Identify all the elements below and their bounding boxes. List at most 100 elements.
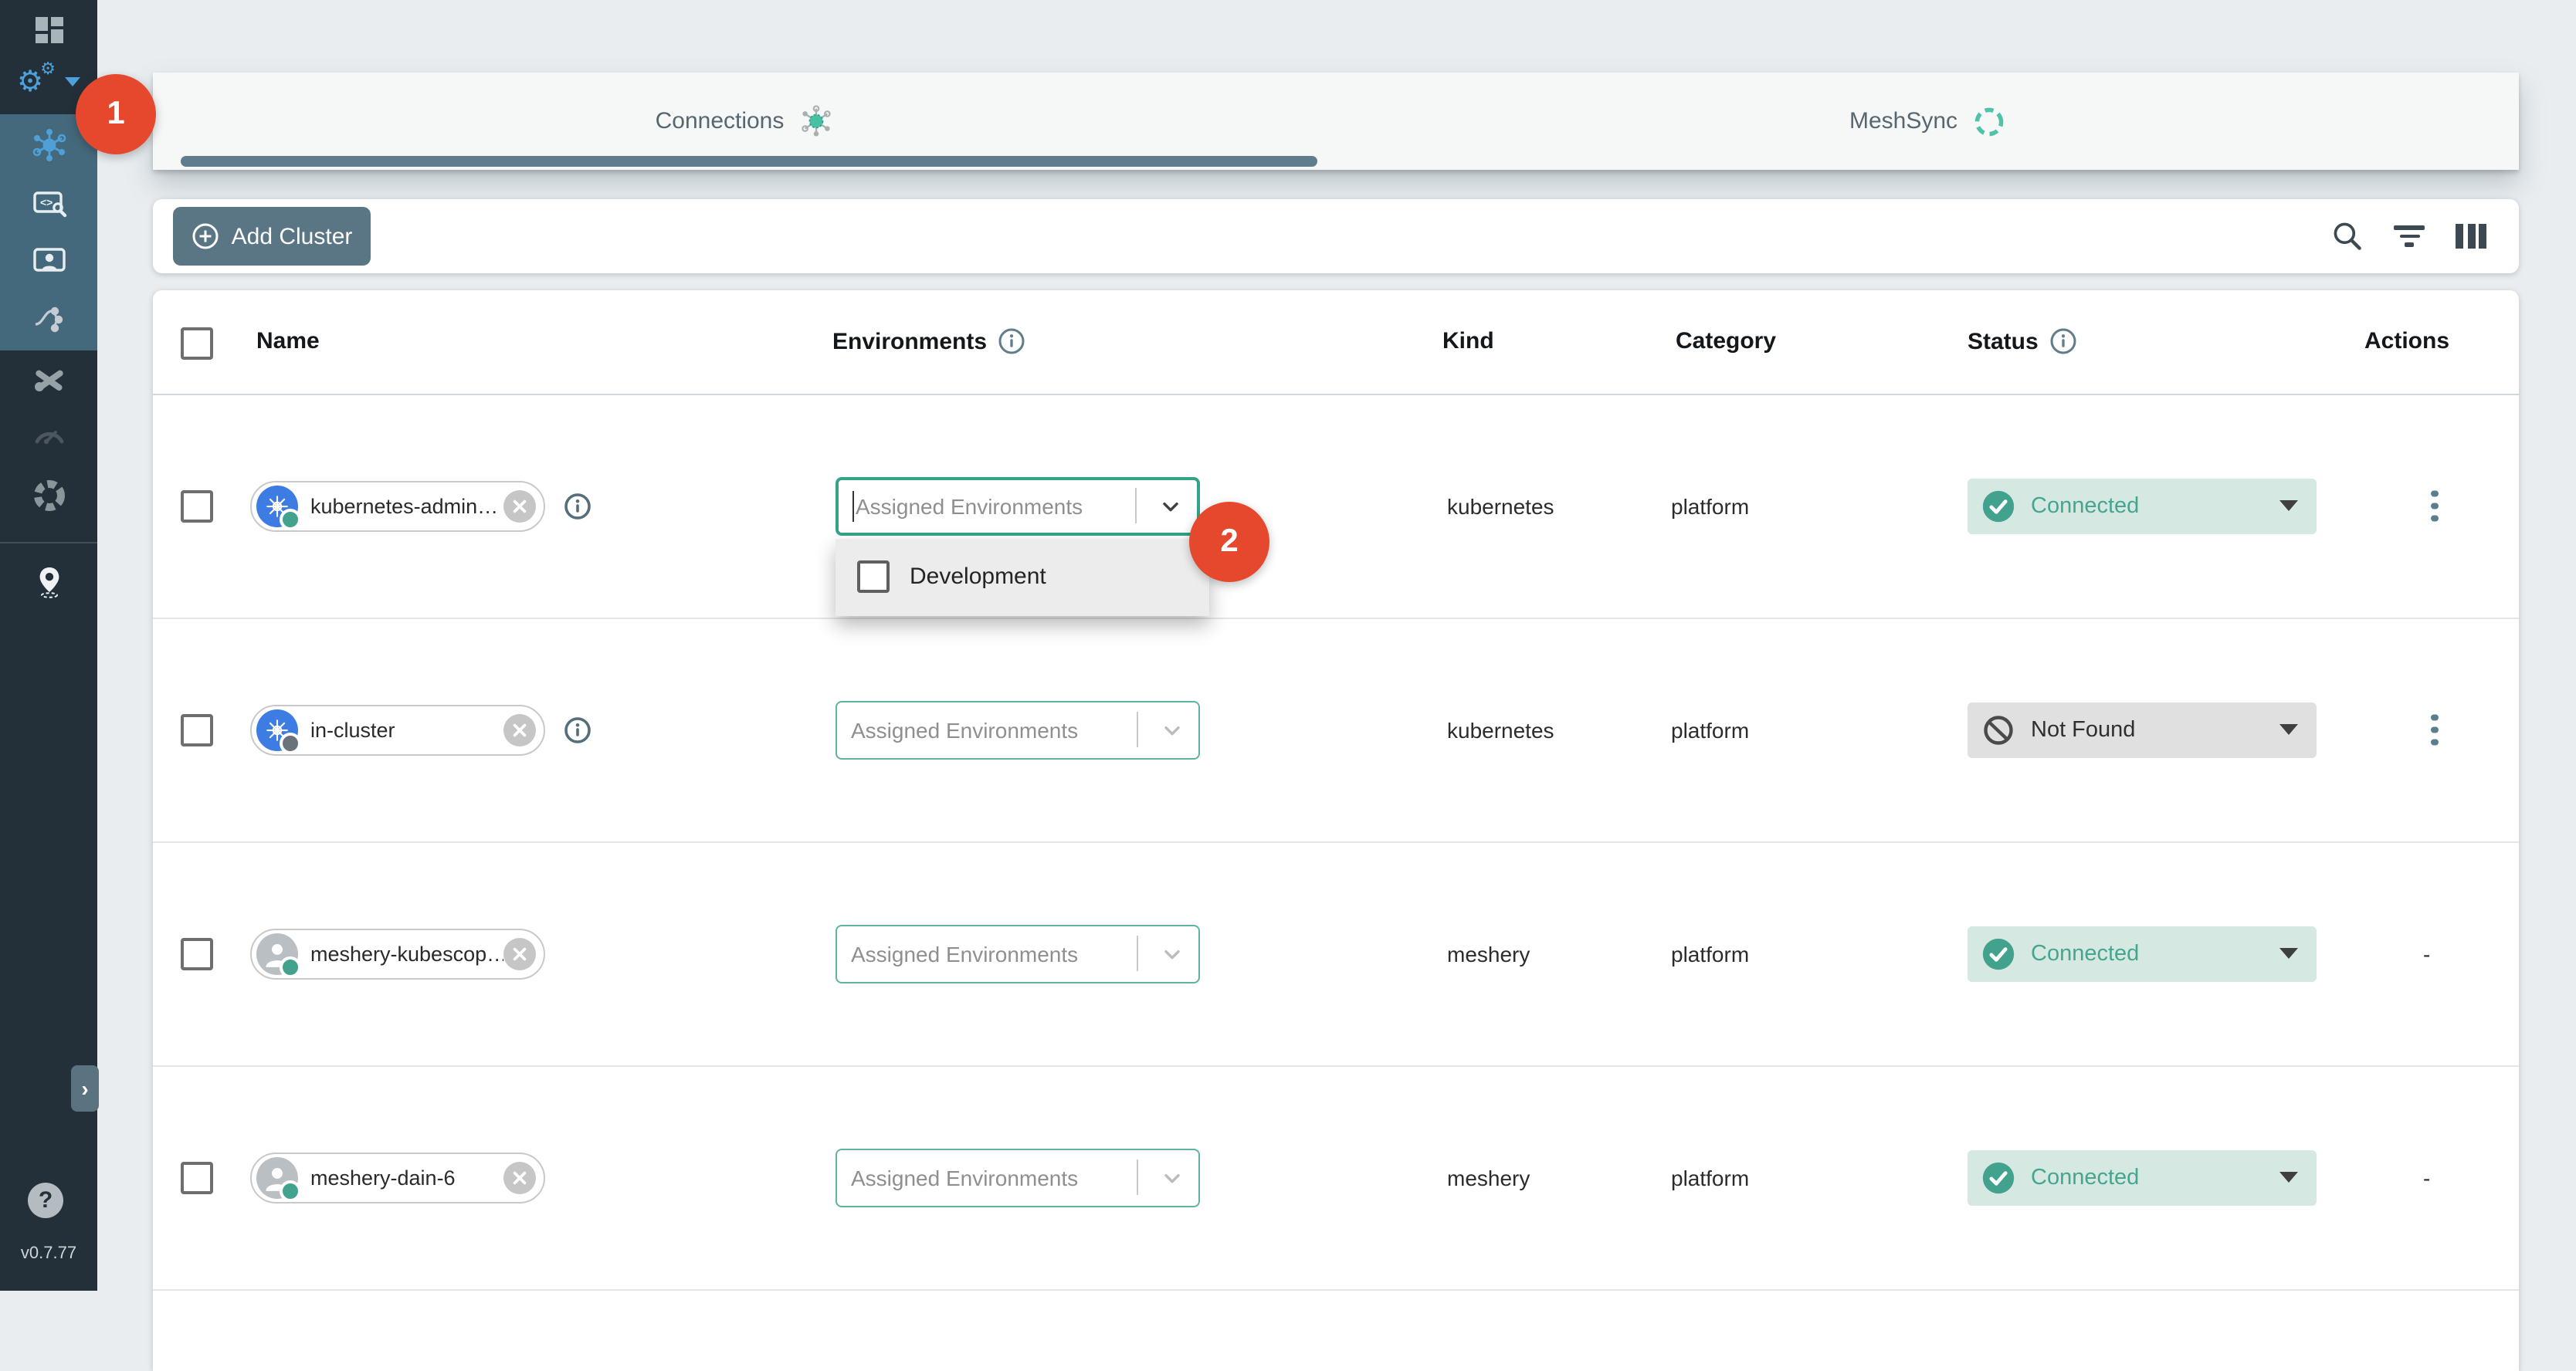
sidebar-item-topology[interactable] — [0, 293, 97, 346]
col-status[interactable]: Status — [1968, 327, 2077, 355]
status-caret-icon — [2279, 500, 2298, 511]
row-checkbox[interactable] — [181, 489, 213, 522]
select-open-button[interactable] — [1152, 938, 1192, 969]
row-checkbox[interactable] — [181, 937, 213, 970]
table-row: kubernetes-admin… Assigned Environments … — [153, 394, 2519, 619]
actions-menu-icon[interactable] — [2422, 484, 2447, 528]
text-cursor — [852, 490, 854, 521]
table-header: Name Environments Kind Category Status A… — [153, 290, 2519, 395]
sidebar-item-configuration[interactable] — [0, 354, 97, 406]
connection-chip[interactable]: meshery-kubescop… — [250, 928, 545, 979]
row-checkbox[interactable] — [181, 1161, 213, 1193]
check-circle-icon — [1981, 936, 2015, 970]
col-category: Category — [1676, 328, 1776, 354]
status-chip[interactable]: Connected — [1968, 478, 2317, 533]
remove-icon — [511, 497, 528, 514]
connection-chip[interactable]: kubernetes-admin… — [250, 480, 545, 531]
remove-connection-button[interactable] — [503, 713, 536, 746]
connection-name: in-cluster — [298, 718, 503, 741]
svg-text:<>: <> — [39, 196, 52, 208]
toolbar: Add Cluster — [153, 199, 2519, 273]
map-pin-icon — [30, 564, 67, 601]
category-cell: platform — [1671, 1165, 1749, 1190]
sidebar-expand-button[interactable]: › — [71, 1065, 99, 1112]
meshery-connections-page: ⚙⚙ <> — [0, 0, 2576, 1291]
check-circle-icon — [1981, 489, 2015, 523]
person-avatar — [256, 933, 298, 974]
table-row: in-cluster Assigned Environments kuberne… — [153, 618, 2519, 843]
option-checkbox[interactable] — [857, 560, 890, 593]
select-open-button[interactable] — [1151, 490, 1191, 521]
category-cell: platform — [1671, 941, 1749, 966]
row-checkbox[interactable] — [181, 713, 213, 746]
status-chip[interactable]: Connected — [1968, 926, 2317, 981]
filter-icon[interactable] — [2392, 219, 2426, 259]
status-chip[interactable]: Connected — [1968, 1149, 2317, 1205]
view-columns-icon[interactable] — [2454, 219, 2488, 258]
col-environments[interactable]: Environments — [832, 327, 1025, 355]
info-icon[interactable] — [2049, 327, 2077, 355]
screen-user-icon — [30, 242, 67, 279]
plus-circle-icon — [192, 222, 219, 250]
status-chip[interactable]: Not Found — [1968, 702, 2317, 757]
actions-menu-icon[interactable] — [2422, 708, 2447, 752]
add-cluster-label: Add Cluster — [232, 223, 353, 249]
connections-table: Name Environments Kind Category Status A… — [153, 290, 2519, 1371]
select-open-button[interactable] — [1152, 714, 1192, 745]
search-icon[interactable] — [2330, 219, 2364, 253]
remove-connection-button[interactable] — [503, 937, 536, 970]
sidebar-item-performance[interactable] — [0, 408, 97, 460]
col-actions: Actions — [2364, 328, 2449, 354]
tab-strip: Connections MeshSync — [153, 73, 2519, 170]
status-label: Not Found — [2031, 717, 2135, 742]
sidebar-item-extensions[interactable] — [0, 469, 97, 522]
nodes-icon — [30, 301, 67, 338]
connection-info-icon[interactable] — [564, 492, 591, 520]
environments-placeholder: Assigned Environments — [856, 493, 1135, 518]
connection-name: meshery-kubescop… — [298, 942, 503, 965]
connection-chip[interactable]: meshery-dain-6 — [250, 1152, 545, 1203]
status-label: Connected — [2031, 941, 2139, 966]
environments-select[interactable]: Assigned Environments — [836, 924, 1200, 983]
help-button[interactable]: ? — [28, 1183, 63, 1218]
environments-select[interactable]: Assigned Environments — [836, 1148, 1200, 1207]
kind-cell: meshery — [1447, 1165, 1530, 1190]
status-dot — [280, 956, 301, 977]
kubernetes-avatar — [256, 709, 298, 750]
sidebar-item-adapters[interactable]: <> — [0, 178, 97, 230]
status-dot — [280, 732, 301, 753]
actions-none: - — [2423, 941, 2430, 966]
tab-meshsync-label: MeshSync — [1849, 108, 1957, 134]
category-cell: platform — [1671, 717, 1749, 742]
add-cluster-button[interactable]: Add Cluster — [173, 207, 371, 266]
tab-connections-label: Connections — [656, 108, 785, 134]
tab-meshsync[interactable]: MeshSync — [1336, 73, 2519, 170]
sidebar-item-dashboard[interactable] — [0, 3, 97, 56]
status-label: Connected — [2031, 493, 2139, 518]
environments-select[interactable]: Assigned Environments — [836, 476, 1200, 535]
chevron-down-icon — [65, 77, 80, 86]
help-icon: ? — [39, 1187, 53, 1214]
select-divider — [1135, 488, 1137, 523]
col-kind: Kind — [1442, 328, 1494, 354]
annotation-badge-1: 1 — [76, 74, 156, 154]
status-label: Connected — [2031, 1165, 2139, 1190]
environments-placeholder: Assigned Environments — [851, 1165, 1137, 1190]
environments-select[interactable]: Assigned Environments — [836, 700, 1200, 759]
select-all-checkbox[interactable] — [181, 327, 213, 360]
select-divider — [1137, 1159, 1138, 1195]
option-label[interactable]: Development — [910, 564, 1046, 590]
select-open-button[interactable] — [1152, 1162, 1192, 1193]
connection-info-icon[interactable] — [564, 716, 591, 743]
info-icon[interactable] — [998, 327, 1025, 355]
remove-connection-button[interactable] — [503, 1161, 536, 1193]
kind-cell: kubernetes — [1447, 717, 1554, 742]
select-divider — [1137, 936, 1138, 971]
col-name: Name — [256, 328, 320, 354]
annotation-badge-2: 2 — [1189, 502, 1269, 582]
remove-connection-button[interactable] — [503, 489, 536, 522]
sidebar-item-profiles[interactable] — [0, 235, 97, 287]
environments-dropdown: Development — [836, 538, 1209, 615]
sidebar-item-location[interactable] — [0, 556, 97, 608]
connection-chip[interactable]: in-cluster — [250, 704, 545, 755]
